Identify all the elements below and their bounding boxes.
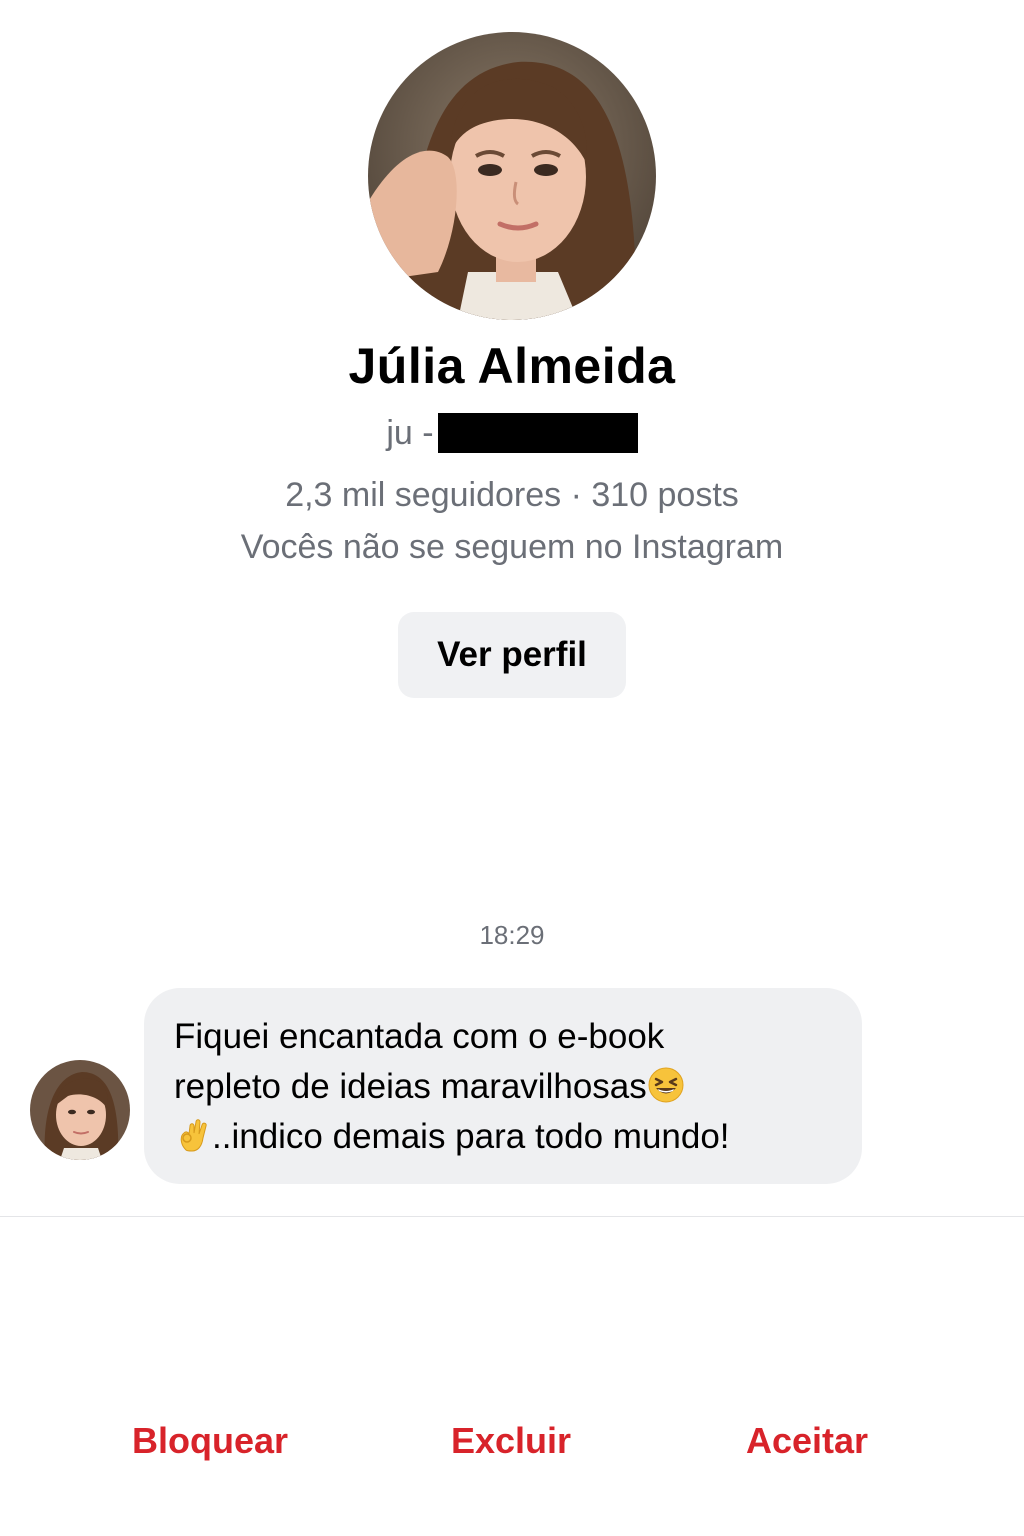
accept-button[interactable]: Aceitar (746, 1420, 868, 1470)
sender-photo-image (30, 1060, 130, 1160)
ok-hand-icon (174, 1116, 212, 1154)
profile-avatar[interactable] (368, 32, 656, 320)
profile-name: Júlia Almeida (348, 338, 676, 394)
block-button[interactable]: Bloquear (132, 1420, 288, 1470)
message-line-2-text: repleto de ideias maravilhosas (174, 1067, 647, 1106)
sender-avatar[interactable] (30, 1060, 130, 1160)
handle-prefix: ju - (386, 413, 434, 452)
view-profile-button[interactable]: Ver perfil (398, 612, 626, 698)
follow-status-note: Vocês não se seguem no Instagram (240, 528, 784, 566)
message-bubble[interactable]: Fiquei encantada com o e-book repleto de… (144, 988, 862, 1184)
actions-divider (0, 1216, 1024, 1217)
profile-handle: ju - (0, 410, 1024, 456)
delete-button[interactable]: Excluir (451, 1420, 571, 1470)
redaction-bar (437, 413, 638, 453)
message-line-2: repleto de ideias maravilhosas (174, 1062, 832, 1112)
profile-photo-image (368, 32, 656, 320)
grinning-squinting-face-icon (647, 1066, 685, 1104)
profile-stats: 2,3 mil seguidores · 310 posts (285, 476, 739, 514)
message-line-3-text: ..indico demais para todo mundo! (212, 1117, 730, 1156)
message-timestamp: 18:29 (479, 920, 545, 950)
message-line-1: Fiquei encantada com o e-book (174, 1017, 665, 1056)
message-line-3: ..indico demais para todo mundo! (174, 1112, 832, 1162)
